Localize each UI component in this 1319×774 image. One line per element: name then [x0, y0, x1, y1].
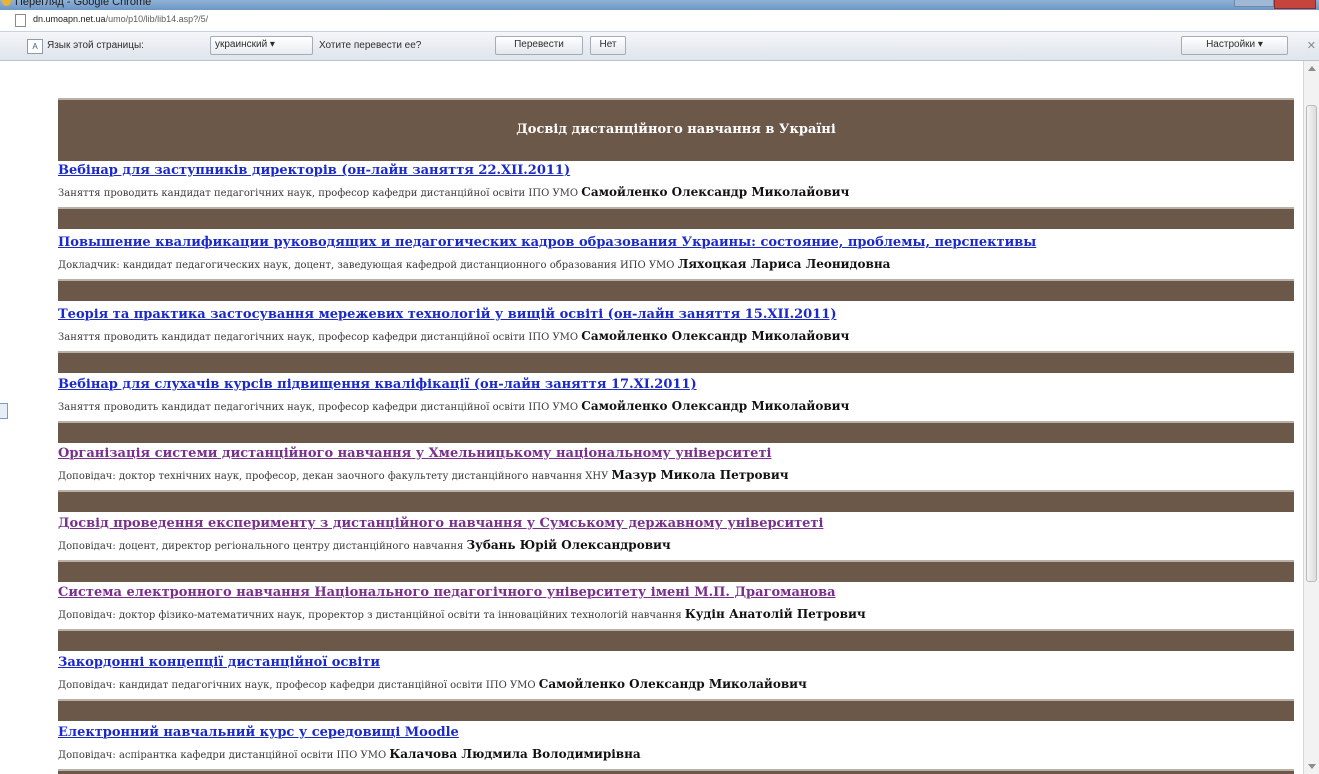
entry-title-link[interactable]: Теорія та практика застосування мережеви… [58, 307, 1294, 322]
entry-speaker-info: Доповідач: аспірантка кафедри дистанційн… [58, 750, 390, 761]
entry-speaker-name: Самойленко Олександр Миколайович [538, 677, 807, 691]
separator-bar [58, 207, 1294, 229]
entry-title-link[interactable]: Вебінар для слухачів курсів підвищення к… [58, 377, 1294, 392]
window-close-button[interactable] [1274, 0, 1316, 9]
vertical-scrollbar[interactable] [1303, 61, 1319, 774]
url-path: /umo/p10/lib/lib14.asp?/5/ [105, 14, 209, 24]
url-domain: dn.umoapn.net.ua [33, 14, 106, 24]
list-item: Електронний навчальний курс у середовищі… [58, 725, 1294, 774]
entry-description: Докладчик: кандидат педагогических наук,… [58, 257, 1294, 271]
translate-button[interactable]: Перевести [495, 36, 583, 55]
list-item: Закордонні концепції дистанційної освіти… [58, 655, 1294, 727]
side-panel-tab[interactable] [0, 403, 8, 419]
separator-bar [58, 629, 1294, 651]
entry-description: Доповідач: доктор технічних наук, профес… [58, 468, 1294, 482]
entry-description: Заняття проводить кандидат педагогічних … [58, 185, 1294, 199]
entry-speaker-info: Докладчик: кандидат педагогических наук,… [58, 260, 678, 271]
page-content: Досвід дистанційного навчання в Україні … [0, 61, 1303, 774]
entry-description: Заняття проводить кандидат педагогічних … [58, 399, 1294, 413]
entry-speaker-info: Заняття проводить кандидат педагогічних … [58, 402, 582, 413]
entry-speaker-info: Заняття проводить кандидат педагогічних … [58, 188, 582, 199]
entry-speaker-name: Самойленко Олександр Миколайович [581, 329, 850, 343]
list-item: Досвід проведення експерименту з дистанц… [58, 516, 1294, 588]
entry-speaker-name: Кудін Анатолій Петрович [684, 607, 866, 621]
entry-speaker-info: Доповідач: доктор технічних наук, профес… [58, 471, 612, 482]
separator-bar [58, 560, 1294, 582]
chrome-app-icon [2, 0, 11, 6]
scrollbar-thumb[interactable] [1306, 105, 1317, 582]
entry-title-link[interactable]: Електронний навчальний курс у середовищі… [58, 725, 1294, 740]
no-button[interactable]: Нет [590, 36, 626, 55]
list-item: Вебінар для слухачів курсів підвищення к… [58, 377, 1294, 449]
separator-bar [58, 490, 1294, 512]
separator-bar [58, 699, 1294, 721]
entry-speaker-name: Зубань Юрій Олександрович [466, 538, 671, 552]
entry-speaker-info: Доповідач: кандидат педагогічних наук, п… [58, 680, 539, 691]
entry-speaker-info: Доповідач: доцент, директор регіональног… [58, 541, 467, 552]
separator-bar [58, 351, 1294, 373]
list-item: Повышение квалификации руководящих и пед… [58, 235, 1294, 307]
entry-title-link[interactable]: Закордонні концепції дистанційної освіти [58, 655, 1294, 670]
separator-bar [58, 769, 1294, 774]
page-icon [15, 14, 26, 27]
entry-description: Доповідач: кандидат педагогічних наук, п… [58, 677, 1294, 691]
entry-title-link[interactable]: Повышение квалификации руководящих и пед… [58, 235, 1294, 250]
translate-question: Хотите перевести ее? [319, 40, 422, 51]
entry-speaker-name: Мазур Микола Петрович [611, 468, 789, 482]
list-item: Вебінар для заступників директорів (он-л… [58, 163, 1294, 235]
entry-description: Доповідач: доцент, директор регіональног… [58, 538, 1294, 552]
translate-infobar: A Язык этой страницы: украинский ▾ Хотит… [0, 32, 1319, 61]
separator-bar [58, 279, 1294, 301]
entry-speaker-info: Доповідач: доктор фізико-математичних на… [58, 610, 685, 621]
window-minimize-maximize-buttons[interactable] [1234, 0, 1274, 7]
entry-speaker-name: Самойленко Олександр Миколайович [581, 185, 850, 199]
entry-description: Доповідач: аспірантка кафедри дистанційн… [58, 747, 1294, 761]
address-bar[interactable]: dn.umoapn.net.ua/umo/p10/lib/lib14.asp?/… [0, 10, 1319, 32]
scroll-down-icon[interactable] [1308, 764, 1316, 769]
entry-speaker-info: Заняття проводить кандидат педагогічних … [58, 332, 582, 343]
entry-description: Доповідач: доктор фізико-математичних на… [58, 607, 1294, 621]
translate-icon: A [27, 39, 43, 54]
settings-button[interactable]: Настройки ▾ [1181, 36, 1288, 55]
entry-title-link[interactable]: Система електронного навчання Національн… [58, 585, 1294, 600]
entry-title-link[interactable]: Організація системи дистанційного навчан… [58, 446, 1294, 461]
list-item: Організація системи дистанційного навчан… [58, 446, 1294, 518]
window-titlebar: Перегляд - Google Chrome [0, 0, 1319, 10]
entry-speaker-name: Калачова Людмила Володимирівна [389, 747, 641, 761]
language-select[interactable]: украинский ▾ [210, 36, 313, 55]
page-title: Досвід дистанційного навчання в Україні [58, 98, 1294, 161]
window-title: Перегляд - Google Chrome [15, 0, 152, 8]
entry-speaker-name: Самойленко Олександр Миколайович [581, 399, 850, 413]
entry-description: Заняття проводить кандидат педагогічних … [58, 329, 1294, 343]
translate-prompt: Язык этой страницы: [47, 40, 144, 51]
separator-bar [58, 421, 1294, 443]
list-item: Теорія та практика застосування мережеви… [58, 307, 1294, 379]
list-item: Система електронного навчання Національн… [58, 585, 1294, 657]
close-icon[interactable]: ✕ [1307, 39, 1316, 52]
scroll-up-icon[interactable] [1308, 66, 1316, 71]
url-text[interactable]: dn.umoapn.net.ua/umo/p10/lib/lib14.asp?/… [33, 14, 208, 24]
entry-speaker-name: Ляхоцкая Лариса Леонидовна [677, 257, 891, 271]
entry-title-link[interactable]: Вебінар для заступників директорів (он-л… [58, 163, 1294, 178]
entry-title-link[interactable]: Досвід проведення експерименту з дистанц… [58, 516, 1294, 531]
